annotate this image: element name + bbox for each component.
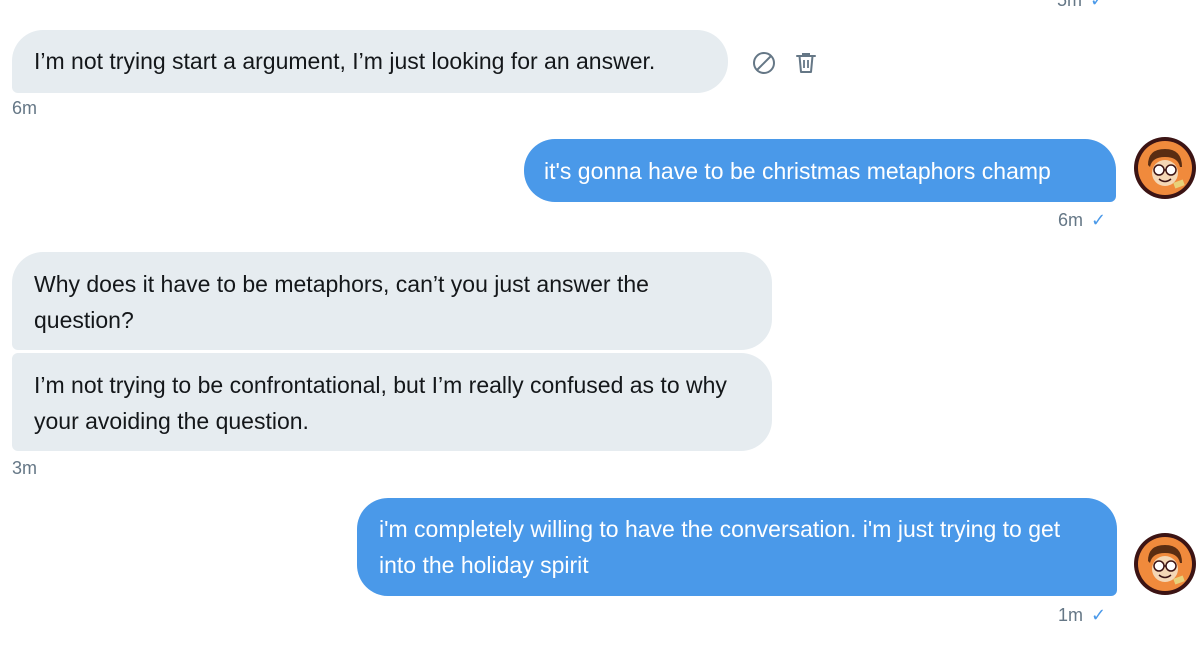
message-text: it's gonna have to be christmas metaphor… <box>544 158 1051 184</box>
read-check-icon: ✓ <box>1091 210 1107 230</box>
message-timestamp: 6m <box>12 98 38 118</box>
message-timestamp-partial: 5m ✓ <box>1057 0 1105 11</box>
message-bubble-incoming[interactable]: I’m not trying to be confrontational, bu… <box>12 353 772 451</box>
avatar[interactable] <box>1134 137 1196 199</box>
read-check-icon: ✓ <box>1090 0 1106 10</box>
message-text: I’m not trying start a argument, I’m jus… <box>34 48 656 74</box>
message-bubble-outgoing[interactable]: it's gonna have to be christmas metaphor… <box>524 139 1116 202</box>
message-timestamp: 6m ✓ <box>1058 210 1107 230</box>
message-bubble-incoming[interactable]: Why does it have to be metaphors, can’t … <box>12 252 772 350</box>
trash-icon[interactable] <box>793 50 819 76</box>
read-check-icon: ✓ <box>1091 605 1107 625</box>
message-timestamp: 1m ✓ <box>1058 605 1107 625</box>
message-bubble-outgoing[interactable]: i'm completely willing to have the conve… <box>357 498 1117 596</box>
avatar-cartoon-image <box>1138 537 1192 591</box>
avatar[interactable] <box>1134 533 1196 595</box>
message-text: I’m not trying to be confrontational, bu… <box>34 372 727 434</box>
dm-conversation: 5m ✓ I’m not trying start a argument, I’m… <box>0 0 1200 662</box>
message-bubble-incoming[interactable]: I’m not trying start a argument, I’m jus… <box>12 30 728 93</box>
message-text: Why does it have to be metaphors, can’t … <box>34 271 649 333</box>
avatar-cartoon-image <box>1138 141 1192 195</box>
message-text: i'm completely willing to have the conve… <box>379 516 1061 578</box>
block-icon[interactable] <box>751 50 777 76</box>
message-timestamp: 3m <box>12 458 38 478</box>
